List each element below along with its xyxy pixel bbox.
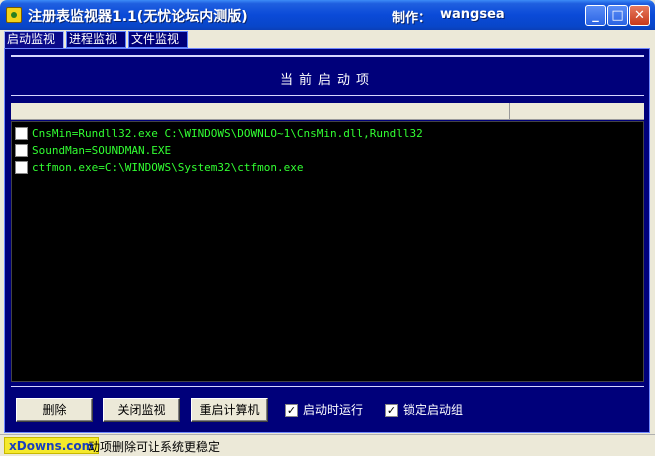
control-bar: 删除 关闭监视 重启计算机 ✓ 启动时运行 ✓ 锁定启动组 bbox=[11, 386, 644, 428]
column-header-name[interactable] bbox=[11, 103, 510, 119]
lock-startup-group-checkbox[interactable]: ✓ 锁定启动组 bbox=[385, 404, 475, 418]
checkmark-icon[interactable]: ✓ bbox=[385, 404, 398, 417]
app-icon bbox=[6, 7, 22, 23]
item-checkbox[interactable] bbox=[15, 144, 28, 157]
title-bar[interactable]: 注册表监视器1.1(无忧论坛内测版) 制作： wangsea _ □ ✕ bbox=[0, 0, 655, 30]
tab-startup-monitor[interactable]: 启动监视 bbox=[4, 31, 64, 48]
item-text: ctfmon.exe=C:\WINDOWS\System32\ctfmon.ex… bbox=[32, 161, 304, 174]
run-on-start-label: 启动时运行 bbox=[303, 403, 364, 417]
delete-button[interactable]: 删除 bbox=[16, 398, 93, 422]
author-label: 制作： bbox=[392, 11, 432, 26]
run-on-start-checkbox[interactable]: ✓ 启动时运行 bbox=[285, 404, 375, 418]
minimize-button[interactable]: _ bbox=[585, 5, 606, 26]
panel-header: 当前启动项 bbox=[11, 55, 644, 96]
startup-items-list[interactable]: CnsMin=Rundll32.exe C:\WINDOWS\DOWNLO~1\… bbox=[11, 121, 644, 382]
stop-monitor-button[interactable]: 关闭监视 bbox=[103, 398, 180, 422]
item-checkbox[interactable] bbox=[15, 161, 28, 174]
restart-computer-button[interactable]: 重启计算机 bbox=[191, 398, 268, 422]
item-text: CnsMin=Rundll32.exe C:\WINDOWS\DOWNLO~1\… bbox=[32, 127, 423, 140]
status-bar: xDowns.com 动项删除可让系统更稳定 bbox=[0, 434, 655, 456]
tab-file-monitor[interactable]: 文件监视 bbox=[128, 31, 188, 48]
watermark-logo: xDowns.com bbox=[4, 437, 100, 454]
tab-process-monitor[interactable]: 进程监视 bbox=[66, 31, 126, 48]
window-title: 注册表监视器1.1(无忧论坛内测版) bbox=[28, 9, 248, 25]
item-checkbox[interactable] bbox=[15, 127, 28, 140]
author-name: wangsea bbox=[440, 7, 505, 22]
close-button[interactable]: ✕ bbox=[629, 5, 650, 26]
registry-monitor-window: 注册表监视器1.1(无忧论坛内测版) 制作： wangsea _ □ ✕ 启动监… bbox=[0, 0, 655, 456]
list-header bbox=[11, 103, 644, 120]
column-header-extra[interactable] bbox=[511, 103, 644, 119]
item-text: SoundMan=SOUNDMAN.EXE bbox=[32, 144, 172, 157]
startup-panel: 当前启动项 CnsMin=Rundll32.exe C:\WINDOWS\DOW… bbox=[4, 48, 650, 433]
lock-startup-group-label: 锁定启动组 bbox=[403, 403, 464, 417]
panel-title: 当前启动项 bbox=[279, 73, 375, 88]
status-text: 动项删除可让系统更稳定 bbox=[88, 440, 221, 454]
maximize-button[interactable]: □ bbox=[607, 5, 628, 26]
checkmark-icon[interactable]: ✓ bbox=[285, 404, 298, 417]
